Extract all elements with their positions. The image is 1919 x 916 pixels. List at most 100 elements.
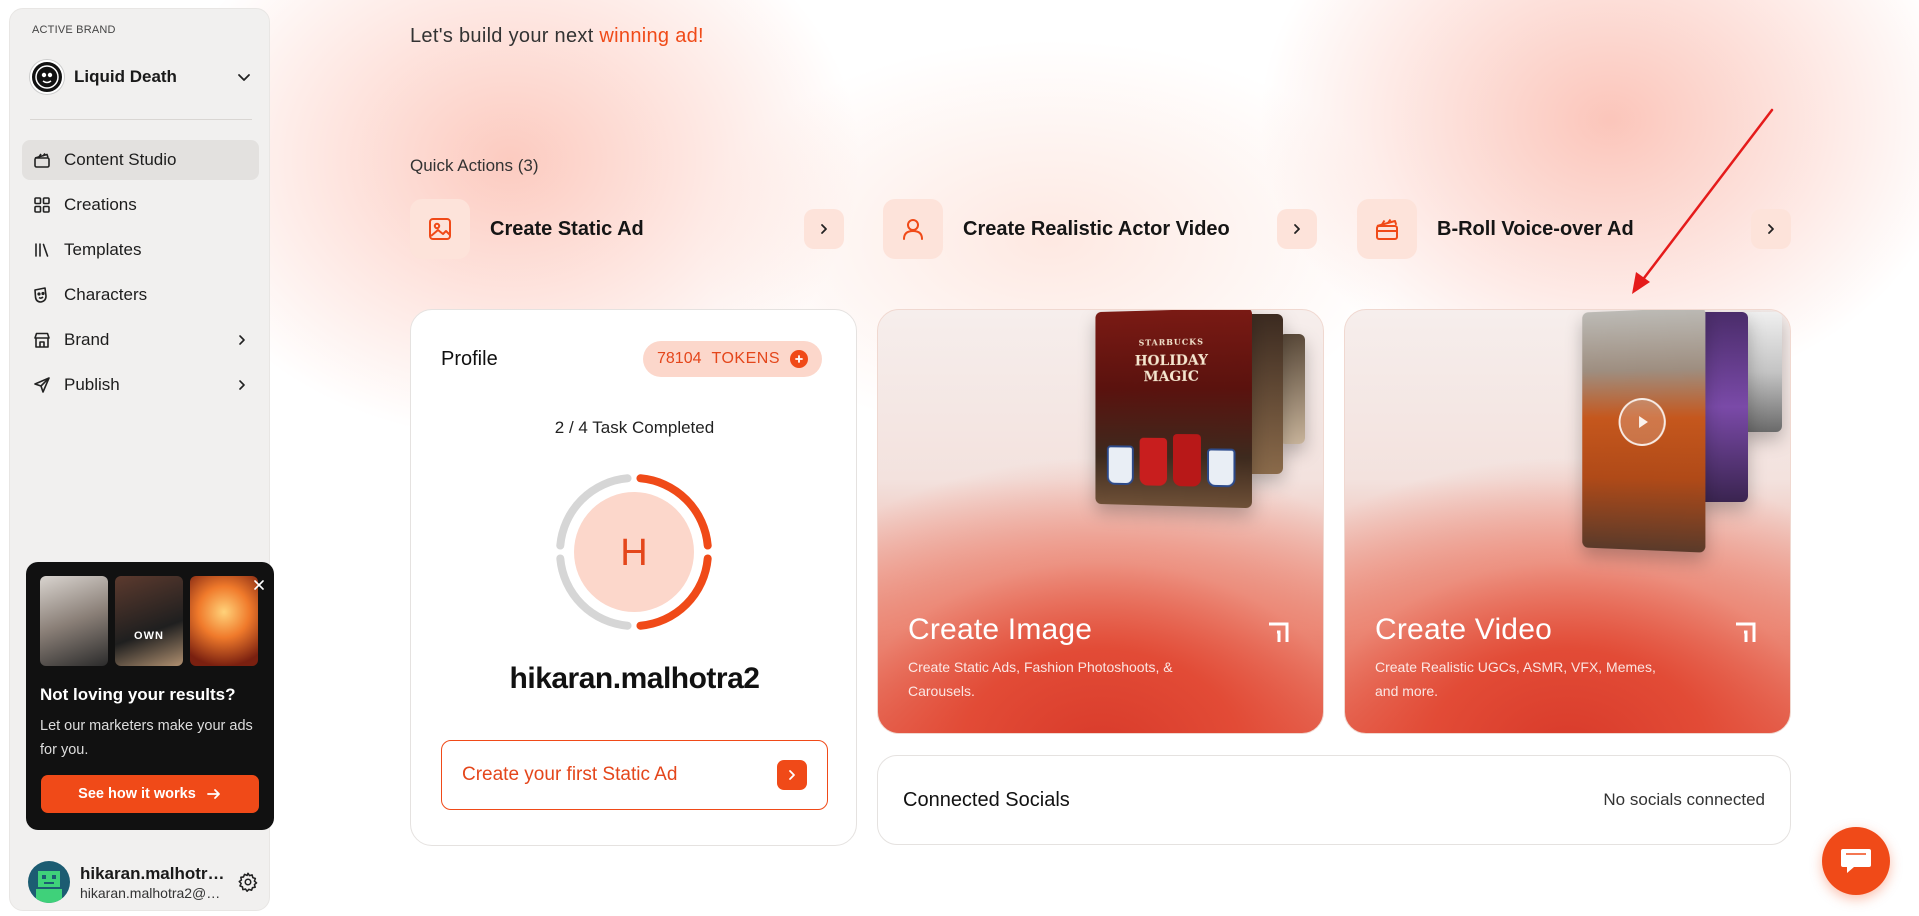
library-icon	[32, 240, 52, 260]
task-progress-text: 2 / 4 Task Completed	[554, 418, 715, 437]
theater-mask-icon	[32, 285, 52, 305]
sidebar-item-label: Content Studio	[64, 150, 177, 169]
create-image-description: Create Static Ads, Fashion Photoshoots, …	[908, 659, 1173, 699]
poster-cups	[1106, 430, 1240, 488]
chevron-right-icon	[239, 335, 245, 345]
sidebar-item-characters[interactable]: Characters	[22, 275, 259, 315]
close-icon[interactable]	[248, 574, 270, 596]
promo-thumbnail: OWN	[115, 576, 183, 666]
sidebar-item-label: Brand	[64, 330, 110, 349]
sidebar-nav: Content Studio Creations Templates Chara…	[22, 140, 259, 410]
send-icon	[32, 375, 52, 395]
tokens-count: 78104	[657, 350, 702, 367]
sidebar-item-label: Creations	[64, 195, 137, 214]
headline-accent: winning ad!	[599, 25, 704, 47]
preview-frame-main	[1582, 310, 1706, 553]
sidebar-item-label: Publish	[64, 375, 120, 394]
gear-icon[interactable]	[237, 871, 259, 893]
see-how-it-works-button[interactable]: See how it works	[41, 775, 259, 813]
avatar	[28, 861, 70, 903]
play-icon[interactable]	[1618, 397, 1666, 447]
cup	[1172, 434, 1201, 487]
sidebar-item-label: Templates	[64, 240, 142, 259]
tokens-badge[interactable]: 78104 TOKENS	[643, 341, 822, 377]
poster-brand: STARBUCKS	[1138, 336, 1204, 348]
cta-label: Create your first Static Ad	[462, 764, 678, 785]
connected-socials-status: No socials connected	[1603, 790, 1765, 809]
sidebar-divider	[30, 119, 252, 120]
grid-icon	[32, 195, 52, 215]
poster-title: HOLIDAY MAGIC	[1134, 352, 1209, 386]
create-video-card[interactable]: Create Video Create Realistic UGCs, ASMR…	[1344, 309, 1791, 734]
chevron-down-icon	[238, 74, 250, 81]
clapperboard-icon	[1357, 199, 1417, 259]
sidebar-item-creations[interactable]: Creations	[22, 185, 259, 225]
cup	[1106, 445, 1134, 486]
user-account[interactable]: hikaran.malhotra2 hikaran.malhotra2@gmai…	[28, 859, 268, 905]
profile-card: Profile 78104 TOKENS 2 / 4 Task Complete…	[410, 309, 857, 846]
promo-title: Not loving your results?	[40, 685, 236, 704]
plus-icon	[790, 350, 808, 368]
avatar-letter: H	[620, 532, 647, 574]
page-headline: Let's build your next winning ad!	[410, 25, 704, 48]
chevron-right-icon	[777, 760, 807, 790]
promo-card: OWN Not loving your results? Let our mar…	[26, 562, 274, 830]
profile-title: Profile	[441, 348, 498, 370]
user-name: hikaran.malhotra2	[80, 863, 225, 883]
chat-support-button[interactable]	[1822, 827, 1890, 895]
brand-logo-icon	[30, 60, 64, 94]
corner-arrow-icon	[1269, 622, 1289, 642]
sidebar-item-templates[interactable]: Templates	[22, 230, 259, 270]
image-icon	[410, 199, 470, 259]
quick-actions-title: Quick Actions (3)	[410, 156, 539, 175]
connected-socials-title: Connected Socials	[903, 788, 1070, 811]
quick-action-b-roll-voice-over-ad[interactable]: B-Roll Voice-over Ad	[1357, 199, 1791, 259]
brand-switcher[interactable]: Liquid Death	[30, 57, 252, 97]
quick-action-create-static-ad[interactable]: Create Static Ad	[410, 199, 844, 259]
store-icon	[32, 330, 52, 350]
quick-action-label: Create Realistic Actor Video	[963, 217, 1230, 240]
preview-poster-main: STARBUCKS HOLIDAY MAGIC	[1095, 310, 1252, 509]
promo-thumbnail	[40, 576, 108, 666]
promo-thumbnail-caption: OWN	[134, 630, 164, 642]
sidebar-item-brand[interactable]: Brand	[22, 320, 259, 360]
create-video-title: Create Video	[1375, 613, 1552, 646]
chat-bubble-icon	[1841, 849, 1871, 873]
sidebar: ACTIVE BRAND Liquid Death Content Studio	[9, 8, 274, 911]
profile-username: hikaran.malhotra2	[509, 662, 760, 695]
quick-action-create-realistic-actor-video[interactable]: Create Realistic Actor Video	[883, 199, 1317, 259]
user-icon	[883, 199, 943, 259]
clapperboard-icon	[32, 150, 52, 170]
sidebar-item-publish[interactable]: Publish	[22, 365, 259, 405]
create-image-card[interactable]: STARBUCKS HOLIDAY MAGIC Create Image Cre…	[877, 309, 1324, 734]
active-brand-caption: ACTIVE BRAND	[32, 24, 116, 36]
chevron-right-icon[interactable]	[1751, 209, 1791, 249]
quick-action-label: Create Static Ad	[490, 217, 644, 240]
preview-frame	[1742, 312, 1782, 432]
task-progress-ring: H	[556, 474, 712, 630]
brand-name: Liquid Death	[74, 67, 177, 86]
preview-frame	[1698, 312, 1748, 502]
cup	[1207, 448, 1236, 488]
promo-button-label: See how it works	[78, 786, 196, 802]
chevron-right-icon	[239, 380, 245, 390]
user-email: hikaran.malhotra2@gmail.com	[80, 884, 225, 901]
chevron-right-icon[interactable]	[1277, 209, 1317, 249]
create-image-title: Create Image	[908, 613, 1093, 646]
arrow-right-icon	[206, 789, 220, 799]
sidebar-item-content-studio[interactable]: Content Studio	[22, 140, 259, 180]
cup	[1139, 437, 1168, 486]
headline-prefix: Let's build your next	[410, 25, 600, 47]
promo-thumbnails: OWN	[40, 576, 258, 666]
promo-text: Let our marketers make your ads for you.	[40, 718, 253, 758]
corner-arrow-icon	[1736, 622, 1756, 642]
tokens-label: TOKENS	[711, 350, 780, 367]
poster-headline: STARBUCKS HOLIDAY MAGIC	[1113, 333, 1232, 386]
user-details: hikaran.malhotra2 hikaran.malhotra2@gmai…	[80, 864, 225, 901]
create-video-description: Create Realistic UGCs, ASMR, VFX, Memes,…	[1375, 659, 1656, 699]
connected-socials-card[interactable]: Connected Socials No socials connected	[877, 755, 1791, 845]
quick-action-label: B-Roll Voice-over Ad	[1437, 217, 1634, 240]
create-first-static-ad-button[interactable]: Create your first Static Ad	[441, 740, 828, 810]
chevron-right-icon[interactable]	[804, 209, 844, 249]
sidebar-item-label: Characters	[64, 285, 148, 304]
